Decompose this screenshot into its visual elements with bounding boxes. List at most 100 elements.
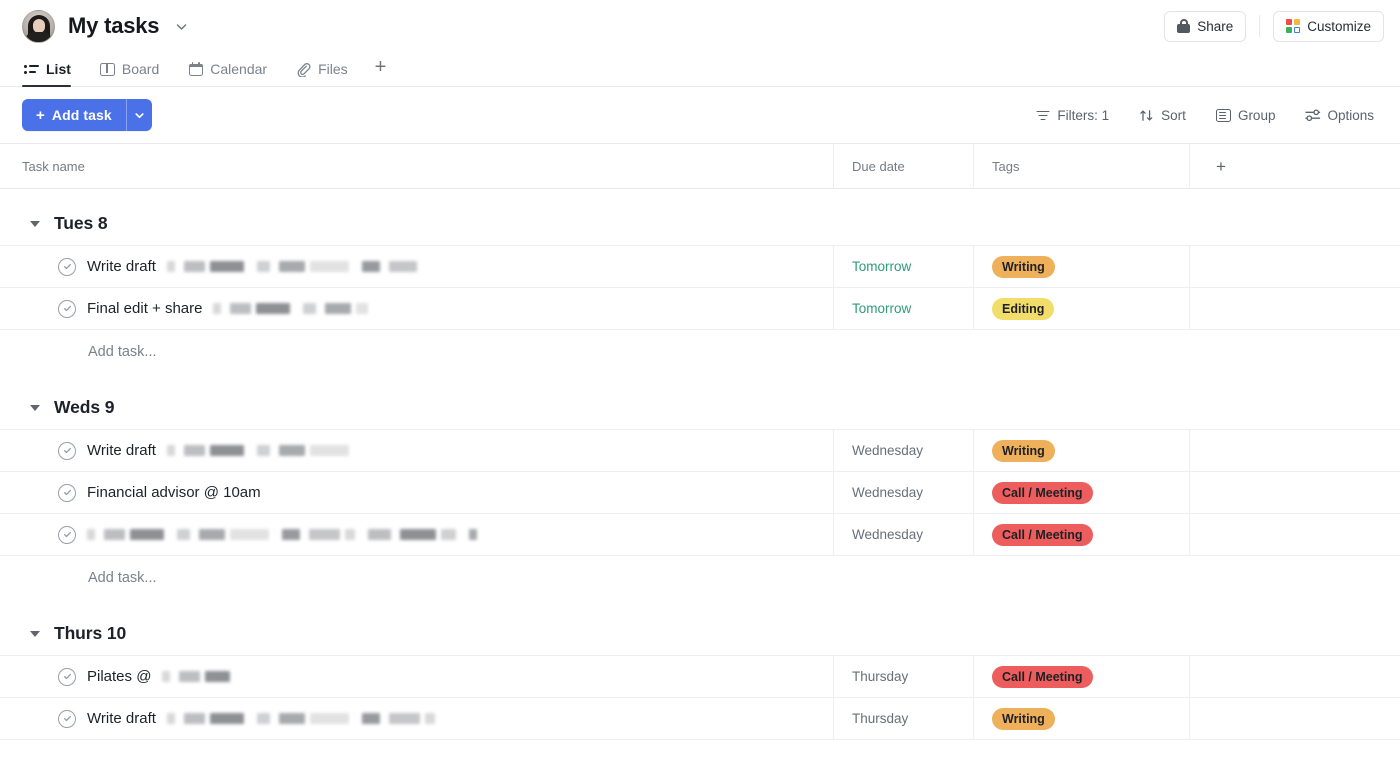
due-date-cell[interactable]: Thursday: [833, 698, 973, 739]
due-date-cell[interactable]: Wednesday: [833, 514, 973, 555]
task-name-cell[interactable]: Pilates @: [0, 656, 833, 697]
check-circle-icon[interactable]: [58, 667, 76, 686]
tab-list[interactable]: List: [22, 52, 82, 87]
filters-button[interactable]: Filters: 1: [1023, 100, 1121, 130]
table-row[interactable]: Financial advisor @ 10am Wednesday Call / …: [0, 471, 1400, 514]
task-name-cell[interactable]: Write draft: [0, 246, 833, 287]
add-view-button[interactable]: +: [375, 52, 393, 77]
column-header-due-date[interactable]: Due date: [833, 144, 973, 188]
column-header-tags[interactable]: Tags: [973, 144, 1189, 188]
add-column-button[interactable]: +: [1216, 158, 1226, 175]
share-button[interactable]: Share: [1164, 10, 1247, 42]
tag-badge[interactable]: Writing: [992, 439, 1055, 462]
redacted-text: [87, 527, 486, 543]
tags-cell[interactable]: Writing: [973, 698, 1189, 739]
chevron-down-icon[interactable]: [174, 19, 189, 34]
task-name-label: Write draft: [87, 442, 156, 459]
top-bar: My tasks Share Customize: [0, 0, 1400, 52]
check-circle-icon[interactable]: [58, 709, 76, 728]
check-circle-icon[interactable]: [58, 483, 76, 502]
due-date-cell[interactable]: Tomorrow: [833, 288, 973, 329]
tag-badge[interactable]: Call / Meeting: [992, 481, 1093, 504]
redacted-text: [213, 301, 381, 317]
tags-cell[interactable]: Call / Meeting: [973, 472, 1189, 513]
avatar[interactable]: [22, 9, 55, 43]
add-task-inline-row[interactable]: Add task...: [0, 330, 1400, 373]
customize-button[interactable]: Customize: [1273, 10, 1384, 42]
add-task-inline-row[interactable]: Add task...: [0, 556, 1400, 599]
options-button[interactable]: Options: [1293, 100, 1386, 130]
collapse-caret-icon[interactable]: [30, 630, 40, 637]
due-date-cell[interactable]: Thursday: [833, 656, 973, 697]
sort-button[interactable]: Sort: [1127, 100, 1198, 130]
table-row[interactable]: Wednesday Call / Meeting: [0, 513, 1400, 556]
table-row[interactable]: Write draft Thursday Writing: [0, 697, 1400, 740]
due-date-cell[interactable]: Wednesday: [833, 472, 973, 513]
divider: [1259, 15, 1261, 37]
tags-cell[interactable]: Writing: [973, 246, 1189, 287]
tab-calendar[interactable]: Calendar: [186, 52, 278, 86]
tags-cell[interactable]: Writing: [973, 430, 1189, 471]
tag-badge[interactable]: Editing: [992, 297, 1055, 320]
add-task-dropdown-button[interactable]: [125, 99, 152, 131]
column-header-task-name[interactable]: Task name: [0, 144, 833, 188]
extra-cell: [1189, 430, 1400, 471]
collapse-caret-icon[interactable]: [30, 404, 40, 411]
title-group: My tasks: [22, 9, 189, 43]
add-task-button-group: + Add task: [22, 99, 152, 131]
tag-badge[interactable]: Writing: [992, 255, 1055, 278]
extra-cell: [1189, 698, 1400, 739]
extra-cell: [1189, 288, 1400, 329]
tags-cell[interactable]: Call / Meeting: [973, 514, 1189, 555]
redacted-text: [162, 669, 243, 685]
group-rows-icon: [1215, 108, 1231, 123]
check-circle-icon[interactable]: [58, 441, 76, 460]
check-circle-icon[interactable]: [58, 525, 76, 544]
lock-icon: [1177, 19, 1191, 33]
task-group-header[interactable]: Weds 9: [0, 385, 1400, 430]
tab-board[interactable]: Board: [98, 52, 170, 86]
table-row[interactable]: Final edit + share Tomorrow Editing: [0, 287, 1400, 330]
tab-board-label: Board: [121, 61, 160, 77]
customize-squares-icon: [1286, 19, 1301, 33]
group-button[interactable]: Group: [1204, 100, 1288, 130]
extra-cell: [1189, 656, 1400, 697]
task-name-cell[interactable]: Write draft: [0, 698, 833, 739]
table-row[interactable]: Write draft Wednesday Writing: [0, 429, 1400, 472]
sort-label: Sort: [1161, 107, 1186, 123]
tag-badge[interactable]: Call / Meeting: [992, 523, 1093, 546]
task-name-cell[interactable]: Write draft: [0, 430, 833, 471]
tab-files-label: Files: [318, 61, 348, 77]
table-header-row: Task name Due date Tags +: [0, 144, 1400, 189]
share-label: Share: [1197, 18, 1234, 34]
paperclip-icon: [296, 62, 311, 77]
check-circle-icon[interactable]: [58, 257, 76, 276]
top-bar-actions: Share Customize: [1164, 10, 1384, 42]
table-row[interactable]: Pilates @ Thursday Call / Meeting: [0, 655, 1400, 698]
list-toolbar: + Add task Filters: 1 Sort Group Options: [0, 87, 1400, 143]
task-name-cell[interactable]: [0, 514, 833, 555]
tab-files[interactable]: Files: [294, 52, 359, 86]
task-group-header[interactable]: Tues 8: [0, 201, 1400, 246]
tag-badge[interactable]: Call / Meeting: [992, 665, 1093, 688]
task-name-label: Pilates @: [87, 668, 152, 685]
task-name-cell[interactable]: Financial advisor @ 10am: [0, 472, 833, 513]
tag-badge[interactable]: Writing: [992, 707, 1055, 730]
redacted-text: [166, 711, 448, 727]
check-circle-icon[interactable]: [58, 299, 76, 318]
tags-cell[interactable]: Call / Meeting: [973, 656, 1189, 697]
calendar-icon: [188, 61, 203, 77]
task-name-cell[interactable]: Final edit + share: [0, 288, 833, 329]
due-date-cell[interactable]: Wednesday: [833, 430, 973, 471]
due-date-cell[interactable]: Tomorrow: [833, 246, 973, 287]
add-task-button[interactable]: + Add task: [22, 99, 126, 131]
filters-label: Filters: 1: [1057, 107, 1110, 123]
add-task-inline-label[interactable]: Add task...: [88, 570, 157, 586]
table-row[interactable]: Write draft Tomorrow Writing: [0, 245, 1400, 288]
task-group-header[interactable]: Thurs 10: [0, 611, 1400, 656]
group-label: Group: [1237, 107, 1276, 123]
redacted-text: [166, 443, 362, 459]
add-task-inline-label[interactable]: Add task...: [88, 344, 157, 360]
collapse-caret-icon[interactable]: [30, 220, 40, 227]
tags-cell[interactable]: Editing: [973, 288, 1189, 329]
